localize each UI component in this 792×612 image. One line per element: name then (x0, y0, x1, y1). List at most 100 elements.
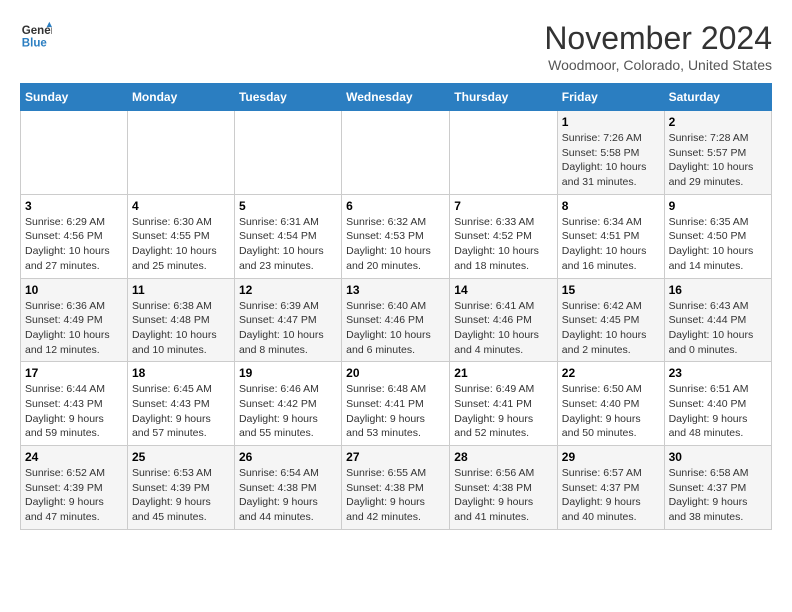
day-info: Sunrise: 6:57 AM Sunset: 4:37 PM Dayligh… (562, 466, 660, 525)
month-title: November 2024 (544, 20, 772, 57)
day-info: Sunrise: 6:42 AM Sunset: 4:45 PM Dayligh… (562, 299, 660, 358)
day-cell: 30 Sunrise: 6:58 AM Sunset: 4:37 PM Dayli… (664, 446, 771, 530)
day-info: Sunrise: 6:41 AM Sunset: 4:46 PM Dayligh… (454, 299, 553, 358)
col-header-saturday: Saturday (664, 84, 771, 111)
day-number: 21 (454, 366, 553, 380)
day-cell: 11 Sunrise: 6:38 AM Sunset: 4:48 PM Dayli… (127, 278, 234, 362)
day-info: Sunrise: 6:31 AM Sunset: 4:54 PM Dayligh… (239, 215, 337, 274)
calendar-table: SundayMondayTuesdayWednesdayThursdayFrid… (20, 83, 772, 530)
day-number: 18 (132, 366, 230, 380)
day-info: Sunrise: 6:56 AM Sunset: 4:38 PM Dayligh… (454, 466, 553, 525)
day-cell: 16 Sunrise: 6:43 AM Sunset: 4:44 PM Dayli… (664, 278, 771, 362)
location: Woodmoor, Colorado, United States (544, 57, 772, 73)
day-number: 22 (562, 366, 660, 380)
day-cell (127, 111, 234, 195)
day-number: 17 (25, 366, 123, 380)
page-header: General Blue November 2024 Woodmoor, Col… (20, 20, 772, 73)
day-info: Sunrise: 6:32 AM Sunset: 4:53 PM Dayligh… (346, 215, 445, 274)
logo: General Blue (20, 20, 52, 52)
day-number: 29 (562, 450, 660, 464)
day-info: Sunrise: 6:38 AM Sunset: 4:48 PM Dayligh… (132, 299, 230, 358)
day-cell: 20Sunrise: 6:48 AM Sunset: 4:41 PM Dayli… (342, 362, 450, 446)
day-cell: 18 Sunrise: 6:45 AM Sunset: 4:43 PM Dayli… (127, 362, 234, 446)
day-cell: 28Sunrise: 6:56 AM Sunset: 4:38 PM Dayli… (450, 446, 558, 530)
day-cell: 29 Sunrise: 6:57 AM Sunset: 4:37 PM Dayli… (557, 446, 664, 530)
col-header-thursday: Thursday (450, 84, 558, 111)
day-number: 6 (346, 199, 445, 213)
day-cell: 8 Sunrise: 6:34 AM Sunset: 4:51 PM Daylig… (557, 194, 664, 278)
week-row-1: 1Sunrise: 7:26 AM Sunset: 5:58 PM Daylig… (21, 111, 772, 195)
day-number: 8 (562, 199, 660, 213)
week-row-5: 24 Sunrise: 6:52 AM Sunset: 4:39 PM Dayli… (21, 446, 772, 530)
day-cell (234, 111, 341, 195)
day-info: Sunrise: 6:50 AM Sunset: 4:40 PM Dayligh… (562, 382, 660, 441)
day-number: 3 (25, 199, 123, 213)
day-cell: 27 Sunrise: 6:55 AM Sunset: 4:38 PM Dayli… (342, 446, 450, 530)
day-info: Sunrise: 6:39 AM Sunset: 4:47 PM Dayligh… (239, 299, 337, 358)
day-info: Sunrise: 6:35 AM Sunset: 4:50 PM Dayligh… (669, 215, 767, 274)
day-info: Sunrise: 6:43 AM Sunset: 4:44 PM Dayligh… (669, 299, 767, 358)
day-number: 13 (346, 283, 445, 297)
day-cell: 15 Sunrise: 6:42 AM Sunset: 4:45 PM Dayli… (557, 278, 664, 362)
day-number: 12 (239, 283, 337, 297)
day-info: Sunrise: 6:51 AM Sunset: 4:40 PM Dayligh… (669, 382, 767, 441)
day-number: 16 (669, 283, 767, 297)
col-header-monday: Monday (127, 84, 234, 111)
col-header-tuesday: Tuesday (234, 84, 341, 111)
day-info: Sunrise: 6:45 AM Sunset: 4:43 PM Dayligh… (132, 382, 230, 441)
day-info: Sunrise: 6:52 AM Sunset: 4:39 PM Dayligh… (25, 466, 123, 525)
day-cell: 10 Sunrise: 6:36 AM Sunset: 4:49 PM Dayli… (21, 278, 128, 362)
week-row-4: 17Sunrise: 6:44 AM Sunset: 4:43 PM Dayli… (21, 362, 772, 446)
week-row-3: 10 Sunrise: 6:36 AM Sunset: 4:49 PM Dayli… (21, 278, 772, 362)
day-info: Sunrise: 6:30 AM Sunset: 4:55 PM Dayligh… (132, 215, 230, 274)
day-cell: 25 Sunrise: 6:53 AM Sunset: 4:39 PM Dayli… (127, 446, 234, 530)
day-info: Sunrise: 6:34 AM Sunset: 4:51 PM Dayligh… (562, 215, 660, 274)
day-cell: 9 Sunrise: 6:35 AM Sunset: 4:50 PM Daylig… (664, 194, 771, 278)
day-cell: 4 Sunrise: 6:30 AM Sunset: 4:55 PM Daylig… (127, 194, 234, 278)
col-header-wednesday: Wednesday (342, 84, 450, 111)
day-info: Sunrise: 6:36 AM Sunset: 4:49 PM Dayligh… (25, 299, 123, 358)
day-info: Sunrise: 6:46 AM Sunset: 4:42 PM Dayligh… (239, 382, 337, 441)
day-info: Sunrise: 6:58 AM Sunset: 4:37 PM Dayligh… (669, 466, 767, 525)
day-cell: 19 Sunrise: 6:46 AM Sunset: 4:42 PM Dayli… (234, 362, 341, 446)
day-number: 5 (239, 199, 337, 213)
day-number: 9 (669, 199, 767, 213)
day-number: 10 (25, 283, 123, 297)
day-info: Sunrise: 6:48 AM Sunset: 4:41 PM Dayligh… (346, 382, 445, 441)
title-area: November 2024 Woodmoor, Colorado, United… (544, 20, 772, 73)
day-info: Sunrise: 7:26 AM Sunset: 5:58 PM Dayligh… (562, 131, 660, 190)
day-info: Sunrise: 6:33 AM Sunset: 4:52 PM Dayligh… (454, 215, 553, 274)
day-number: 30 (669, 450, 767, 464)
day-number: 23 (669, 366, 767, 380)
day-info: Sunrise: 6:53 AM Sunset: 4:39 PM Dayligh… (132, 466, 230, 525)
day-number: 19 (239, 366, 337, 380)
week-row-2: 3 Sunrise: 6:29 AM Sunset: 4:56 PM Daylig… (21, 194, 772, 278)
day-cell: 24 Sunrise: 6:52 AM Sunset: 4:39 PM Dayli… (21, 446, 128, 530)
day-number: 15 (562, 283, 660, 297)
day-number: 24 (25, 450, 123, 464)
day-cell (21, 111, 128, 195)
logo-icon: General Blue (20, 20, 52, 52)
day-info: Sunrise: 6:55 AM Sunset: 4:38 PM Dayligh… (346, 466, 445, 525)
day-info: Sunrise: 6:54 AM Sunset: 4:38 PM Dayligh… (239, 466, 337, 525)
day-cell: 17Sunrise: 6:44 AM Sunset: 4:43 PM Dayli… (21, 362, 128, 446)
day-number: 25 (132, 450, 230, 464)
day-cell: 6 Sunrise: 6:32 AM Sunset: 4:53 PM Daylig… (342, 194, 450, 278)
day-cell: 21 Sunrise: 6:49 AM Sunset: 4:41 PM Dayli… (450, 362, 558, 446)
day-cell (450, 111, 558, 195)
day-cell: 5 Sunrise: 6:31 AM Sunset: 4:54 PM Daylig… (234, 194, 341, 278)
day-cell: 26 Sunrise: 6:54 AM Sunset: 4:38 PM Dayli… (234, 446, 341, 530)
day-cell (342, 111, 450, 195)
day-info: Sunrise: 7:28 AM Sunset: 5:57 PM Dayligh… (669, 131, 767, 190)
day-cell: 23 Sunrise: 6:51 AM Sunset: 4:40 PM Dayli… (664, 362, 771, 446)
col-header-sunday: Sunday (21, 84, 128, 111)
day-info: Sunrise: 6:49 AM Sunset: 4:41 PM Dayligh… (454, 382, 553, 441)
day-info: Sunrise: 6:40 AM Sunset: 4:46 PM Dayligh… (346, 299, 445, 358)
day-number: 27 (346, 450, 445, 464)
day-number: 4 (132, 199, 230, 213)
day-number: 11 (132, 283, 230, 297)
day-number: 7 (454, 199, 553, 213)
day-info: Sunrise: 6:29 AM Sunset: 4:56 PM Dayligh… (25, 215, 123, 274)
day-cell: 13 Sunrise: 6:40 AM Sunset: 4:46 PM Dayli… (342, 278, 450, 362)
day-number: 26 (239, 450, 337, 464)
